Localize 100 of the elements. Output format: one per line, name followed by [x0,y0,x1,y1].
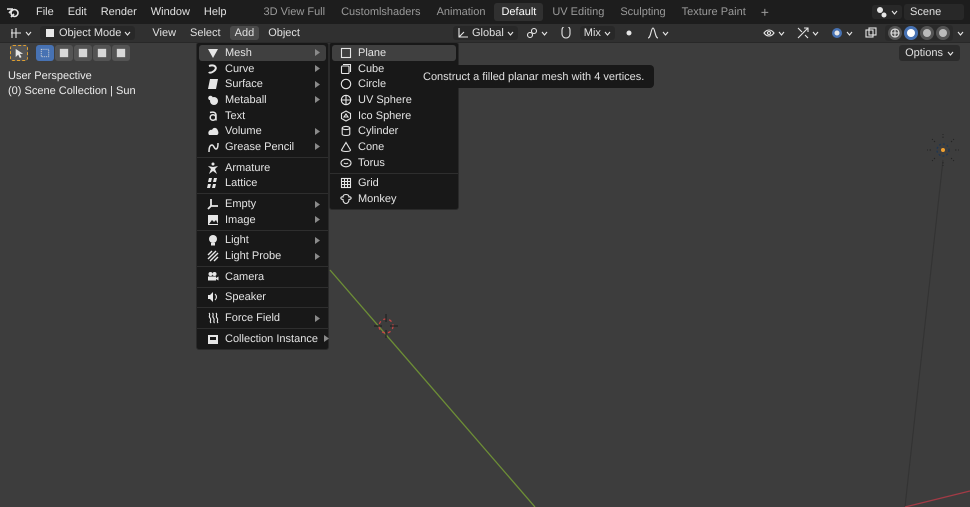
snap-dropdown[interactable]: Mix [580,26,615,40]
circle-icon [340,78,352,90]
waves-icon [207,312,219,324]
header-menu[interactable]: View [147,26,182,40]
menu-item[interactable]: Image [199,212,326,228]
menu-item[interactable]: Monkey [332,191,456,207]
menu-item[interactable]: Light Probe [199,248,326,264]
workspace-tab[interactable]: 3D View Full [256,3,332,21]
menu-title[interactable]: Window [144,3,196,21]
select-mode-button[interactable] [93,45,111,61]
menu-item[interactable]: Lattice [199,176,326,192]
menu-item[interactable]: Armature [199,160,326,176]
menu-item[interactable]: Torus [332,154,456,170]
figure-icon [207,162,219,174]
select-tool-button[interactable] [10,45,28,61]
menu-item[interactable]: Curve [199,60,326,76]
curve-icon [207,62,219,75]
caret-icon [604,30,611,36]
menu-title[interactable]: File [30,3,60,21]
gizmo-icon [797,27,809,39]
collection-icon [207,332,219,345]
workspace-tab[interactable]: Animation [430,3,492,21]
menu-item[interactable]: Empty [199,196,326,212]
workspace-tab[interactable]: UV Editing [545,3,612,21]
viewport-info: (0) Scene Collection | Sun [8,85,136,97]
cursor-icon [14,48,24,58]
curve-icon [646,27,659,39]
sphere-icon [340,94,352,106]
menu-item[interactable]: Camera [199,268,326,285]
select-mode-button[interactable] [112,45,130,61]
hexagon-icon [340,110,352,122]
cloud-icon [207,125,219,138]
triangle-icon [207,46,219,59]
lattice-icon [207,177,219,190]
shading-button[interactable] [888,26,902,40]
axes-icon [207,198,219,210]
shading-button[interactable] [920,26,934,40]
square-icon [340,46,352,59]
logo-icon[interactable] [6,5,20,19]
caret-icon [662,30,669,36]
caret-icon [957,30,964,36]
menu-item[interactable]: Metaball [199,92,326,108]
select-mode-button[interactable] [36,45,54,61]
workspace-tab[interactable]: Texture Paint [674,3,753,21]
scene-field[interactable]: Scene [904,4,964,20]
menu-item[interactable]: Text [199,108,326,124]
header-menu[interactable]: Add [230,26,260,40]
cylinder-icon [340,125,352,138]
mode-dropdown[interactable]: Object Mode [40,26,136,40]
menu-item[interactable]: Volume [199,123,326,140]
select-mode-button[interactable] [74,45,92,61]
menu-item[interactable]: Force Field [199,310,326,326]
menu-title[interactable]: Help [198,3,233,21]
options-dropdown[interactable]: Options [899,45,960,61]
cube-icon [340,62,352,75]
menu-item[interactable]: Cone [332,139,456,155]
header-menu[interactable]: Select [185,26,226,40]
shading-button[interactable] [904,26,918,40]
menu-item[interactable]: Collection Instance [199,331,326,347]
menu-item[interactable]: Speaker [199,290,326,306]
menu-item[interactable]: Plane [332,45,456,61]
bulb-icon [207,234,219,246]
overlay-icon [831,27,843,39]
caret-icon [25,30,32,36]
menu-item[interactable]: Cylinder [332,123,456,140]
menu-item[interactable]: Grease Pencil [199,139,326,155]
speaker-icon [207,291,219,304]
axes-icon [10,27,22,39]
eye-icon [763,27,775,39]
caret-icon [124,30,132,36]
scene-icon [876,6,888,18]
select-mode-button[interactable] [55,45,73,61]
menu-item[interactable]: Surface [199,76,326,92]
shading-button[interactable] [936,26,950,40]
magnet-icon [560,27,572,39]
workspace-tab[interactable]: Customlshaders [334,3,428,21]
pencil-stroke-icon [207,140,219,153]
monkey-head-icon [340,193,352,206]
menu-item[interactable]: Grid [332,176,456,192]
header-menu[interactable]: Object [263,26,305,40]
image-icon [207,214,219,226]
viewport-info: User Perspective [8,70,93,82]
menu-item[interactable]: Ico Sphere [332,108,456,124]
xray-icon [865,27,877,39]
workspace-tab[interactable]: Default [494,3,544,21]
caret-icon [812,30,819,36]
surface-icon [207,78,219,90]
menu-item[interactable]: Light [199,232,326,248]
orientation-dropdown[interactable]: Global [452,26,518,40]
letter-icon [207,110,219,122]
stripes-icon [207,250,219,262]
add-workspace-button[interactable]: + [754,1,775,23]
menu-title[interactable]: Render [94,3,143,21]
grid-icon [340,177,352,190]
workspace-tab[interactable]: Sculpting [613,3,673,21]
menu-item[interactable]: UV Sphere [332,92,456,108]
menu-title[interactable]: Edit [62,3,93,21]
menu-item[interactable]: Mesh [199,45,326,61]
caret-icon [947,50,954,56]
scene-selector[interactable] [872,5,902,19]
